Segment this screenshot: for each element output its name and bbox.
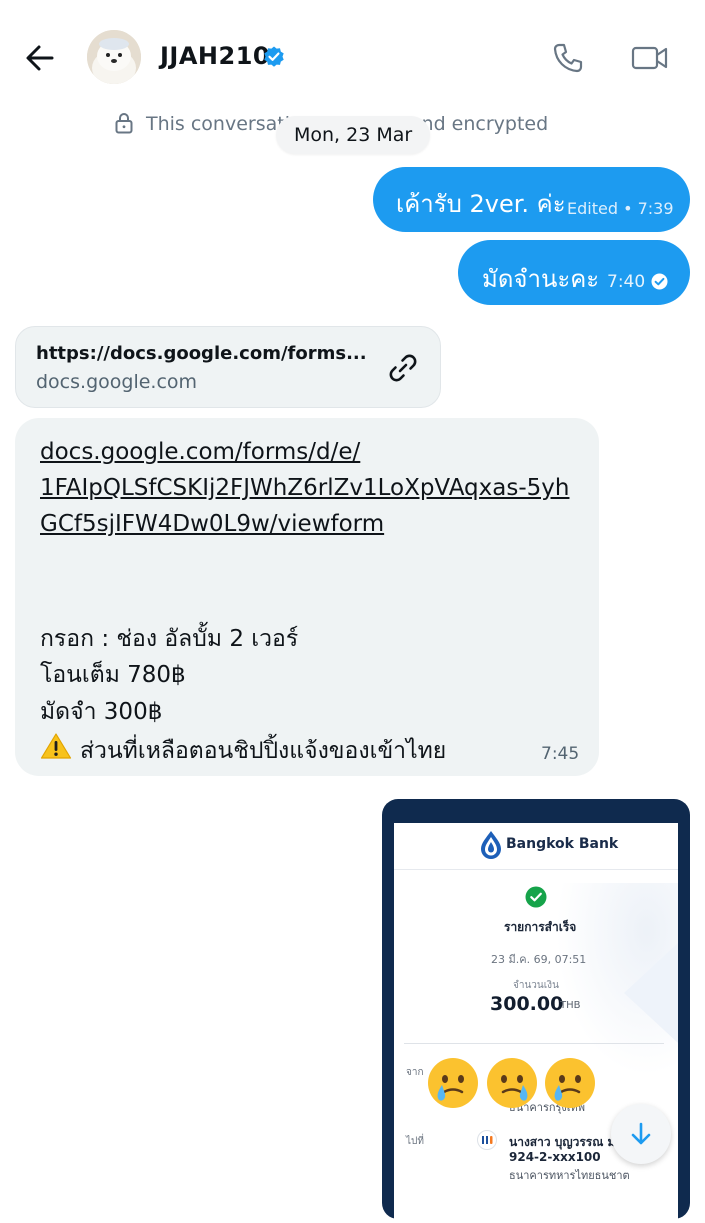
message-line: ส่วนที่เหลือตอนชิปปิ้งแจ้งของเข้าไทย	[80, 738, 447, 764]
recipient-bank: ธนาคารทหารไทยธนชาต	[509, 1169, 630, 1182]
bangkok-bank-logo-icon	[481, 831, 501, 859]
video-camera-icon[interactable]	[630, 40, 670, 76]
arrow-down-icon	[631, 1122, 651, 1145]
message-text: มัดจำนะคะ	[482, 265, 600, 293]
message-meta: Edited • 7:39	[567, 199, 674, 218]
scroll-to-bottom-button[interactable]	[611, 1104, 671, 1164]
message-line: มัดจำ 300฿	[40, 699, 163, 725]
divider	[394, 869, 678, 870]
transaction-date: 23 มี.ค. 69, 07:51	[491, 953, 587, 966]
message-link[interactable]: docs.google.com/forms/d/e/	[40, 439, 360, 465]
message-line: โอนเต็ม 780฿	[40, 662, 186, 688]
link-icon[interactable]	[386, 351, 420, 385]
message-link[interactable]: GCf5sjIFW4Dw0L9w/viewform	[40, 511, 384, 537]
lock-icon	[115, 113, 133, 134]
contact-name[interactable]: JJAH210	[160, 42, 270, 70]
link-preview-card[interactable]	[15, 326, 441, 408]
from-label: จาก	[406, 1067, 424, 1078]
crying-face-emoji-icon	[487, 1058, 537, 1108]
back-arrow-icon[interactable]	[22, 40, 58, 76]
message-time: 7:45	[541, 744, 580, 764]
recipient-account: 924-2-xxx100	[509, 1150, 601, 1164]
message-text: เค้ารับ 2ver. ค่ะ	[396, 190, 566, 218]
avatar[interactable]	[87, 30, 141, 84]
transaction-status: รายการสำเร็จ	[504, 920, 577, 934]
to-label: ไปที่	[406, 1136, 424, 1147]
ttb-bank-logo-icon	[477, 1130, 497, 1150]
divider	[404, 1043, 664, 1044]
message-time: 7:40	[607, 272, 646, 292]
crying-face-emoji-icon	[545, 1058, 595, 1108]
success-check-icon	[525, 886, 547, 908]
read-receipt-icon	[651, 273, 668, 290]
link-domain: docs.google.com	[36, 371, 198, 393]
message-line: กรอก : ช่อง อัลบั้ม 2 เวอร์	[40, 626, 299, 652]
currency: THB	[560, 1000, 581, 1011]
verified-badge-icon	[264, 46, 284, 67]
bank-name: Bangkok Bank	[506, 836, 619, 852]
warning-icon	[40, 733, 72, 759]
amount-label: จำนวนเงิน	[513, 980, 559, 991]
link-title[interactable]: https://docs.google.com/forms...	[36, 343, 366, 364]
message-link[interactable]: 1FAIpQLSfCSKIj2FJWhZ6rlZv1LoXpVAqxas-5yh	[40, 475, 569, 501]
amount: 300.00	[490, 993, 564, 1015]
phone-icon[interactable]	[550, 40, 586, 76]
date-separator: Mon, 23 Mar	[276, 116, 431, 154]
crying-face-emoji-icon	[428, 1058, 478, 1108]
